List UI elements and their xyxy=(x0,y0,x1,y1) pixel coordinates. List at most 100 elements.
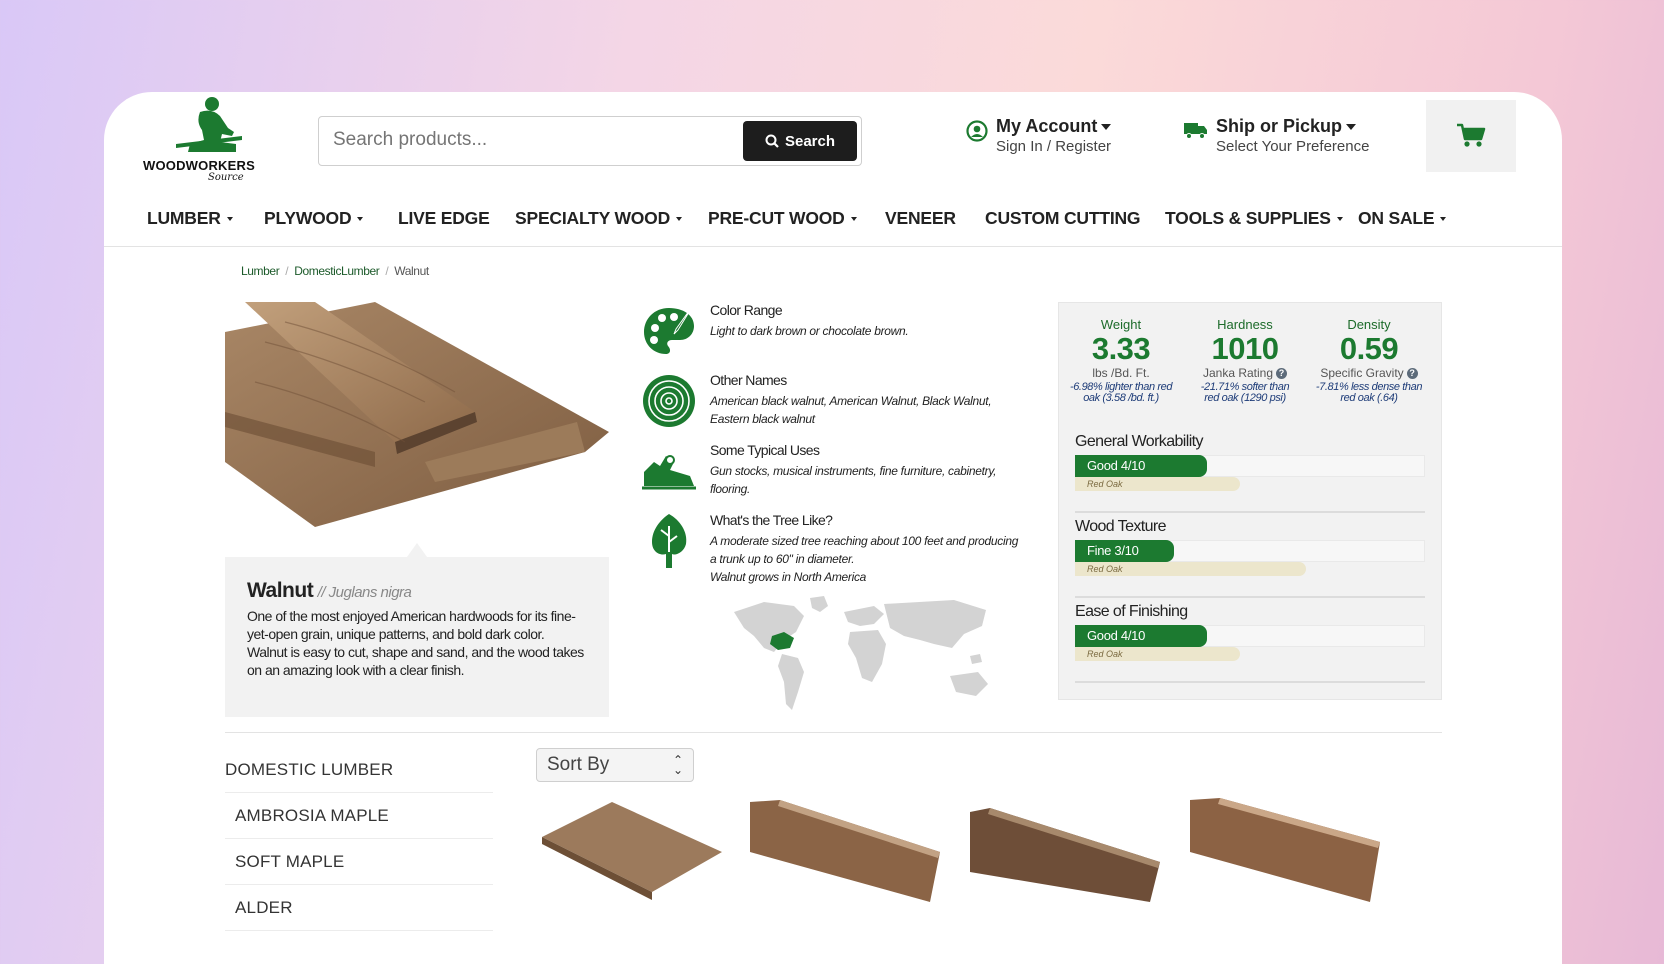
section-divider xyxy=(225,732,1442,733)
help-icon[interactable]: ? xyxy=(1406,367,1418,379)
stat-comparison: -6.98% lighter than red oak (3.58 /bd. ft… xyxy=(1059,382,1183,404)
nav-tools-supplies[interactable]: TOOLS & SUPPLIES xyxy=(1165,208,1343,229)
ship-or-pickup-menu[interactable]: Ship or Pickup Select Your Preference xyxy=(1184,116,1369,155)
stat-label: Weight xyxy=(1100,317,1142,332)
sidebar-item-alder[interactable]: ALDER xyxy=(225,885,493,931)
stat-density: Density 0.59 Specific Gravity? -7.81% le… xyxy=(1307,317,1431,404)
nav-label: VENEER xyxy=(885,208,956,228)
product-description: One of the most enjoyed American hardwoo… xyxy=(247,608,584,678)
search-icon xyxy=(765,134,779,148)
stat-label: Density xyxy=(1347,317,1391,332)
feature-title: Color Range xyxy=(710,302,783,318)
stat-unit: Specific Gravity? xyxy=(1307,366,1431,380)
breadcrumb: Lumber / DomesticLumber / Walnut xyxy=(241,264,429,278)
nav-on-sale[interactable]: ON SALE xyxy=(1358,208,1447,229)
product-thumbnail[interactable] xyxy=(1190,792,1390,902)
chevron-down-icon xyxy=(1346,123,1357,130)
nav-veneer[interactable]: VENEER xyxy=(885,208,956,229)
truck-icon xyxy=(1184,123,1207,139)
feature-other-names: Other Names American black walnut, Ameri… xyxy=(640,372,1020,436)
wood-stats-panel: Weight 3.33 lbs /Bd. Ft. -6.98% lighter … xyxy=(1058,302,1442,700)
world-map-image xyxy=(734,596,988,710)
callout-notch xyxy=(407,543,427,557)
stat-hardness: Hardness 1010 Janka Rating? -21.71% soft… xyxy=(1183,317,1307,404)
stat-unit: Janka Rating? xyxy=(1183,366,1307,380)
product-summary: Walnut // Juglans nigra One of the most … xyxy=(225,543,609,717)
hand-plane-icon xyxy=(642,455,696,490)
stat-unit-text: Janka Rating xyxy=(1202,366,1274,380)
nav-label: CUSTOM CUTTING xyxy=(985,208,1141,228)
chevron-down-icon xyxy=(1336,216,1343,221)
account-sub: Sign In / Register xyxy=(996,138,1112,155)
tree-icon xyxy=(652,514,687,568)
feature-title: What's the Tree Like? xyxy=(710,512,833,528)
feature-typical-uses: Some Typical Uses Gun stocks, musical in… xyxy=(640,442,1020,506)
feature-body: A moderate sized tree reaching about 100… xyxy=(710,532,1020,586)
site-logo[interactable]: WOODWORKERS Source xyxy=(138,92,268,192)
feature-body: American black walnut, American Walnut, … xyxy=(710,394,992,426)
nav-plywood[interactable]: PLYWOOD xyxy=(264,208,364,229)
stat-value: 0.59 xyxy=(1339,331,1399,366)
sort-select[interactable]: Sort By ⌃ ⌄ xyxy=(536,748,694,782)
product-thumbnail[interactable] xyxy=(750,792,950,902)
browser-window: WOODWORKERS Source Search My Account Sig… xyxy=(104,92,1562,964)
nav-label: SPECIALTY WOOD xyxy=(515,208,671,228)
product-name: Walnut xyxy=(247,579,314,602)
feature-body: Light to dark brown or chocolate brown. xyxy=(710,324,909,338)
feature-title: Other Names xyxy=(710,372,787,388)
sidebar-item-ambrosia-maple[interactable]: AMBROSIA MAPLE xyxy=(225,793,493,839)
help-icon[interactable]: ? xyxy=(1276,367,1288,379)
woodworker-logo-icon xyxy=(176,97,242,152)
updown-chevron-icon: ⌃ ⌄ xyxy=(672,753,683,777)
bar-general-workability: General Workability Good 4/10 Red Oak xyxy=(1075,433,1425,513)
palette-icon xyxy=(644,303,695,354)
search-button[interactable]: Search xyxy=(743,121,857,161)
stat-unit-text: lbs /Bd. Ft. xyxy=(1092,366,1150,380)
bar-title: Wood Texture xyxy=(1075,518,1167,535)
chevron-down-icon xyxy=(226,216,233,221)
cart-button[interactable] xyxy=(1426,100,1516,172)
product-image[interactable] xyxy=(225,302,609,527)
nav-label: LIVE EDGE xyxy=(398,208,490,228)
my-account-menu[interactable]: My Account Sign In / Register xyxy=(966,116,1112,155)
product-latin-name: // Juglans nigra xyxy=(317,584,412,601)
stat-comparison: -21.71% softer than red oak (1290 psi) xyxy=(1183,382,1307,404)
breadcrumb-domestic-lumber[interactable]: DomesticLumber xyxy=(294,264,380,278)
breadcrumb-lumber[interactable]: Lumber xyxy=(241,264,280,278)
shopping-cart-icon xyxy=(1457,123,1486,147)
sidebar-item-domestic-lumber[interactable]: DOMESTIC LUMBER xyxy=(225,747,493,793)
stat-weight: Weight 3.33 lbs /Bd. Ft. -6.98% lighter … xyxy=(1059,317,1183,404)
feature-title: Some Typical Uses xyxy=(710,442,820,458)
board-image xyxy=(542,802,722,900)
nav-lumber[interactable]: LUMBER xyxy=(147,208,233,229)
brand-name: WOODWORKERS xyxy=(143,158,255,173)
ship-sub: Select Your Preference xyxy=(1216,138,1370,155)
nav-label: ON SALE xyxy=(1358,208,1435,228)
nav-specialty-wood[interactable]: SPECIALTY WOOD xyxy=(515,208,683,229)
bar-track: Good 4/10 Red Oak xyxy=(1075,625,1425,683)
bar-reference: Red Oak xyxy=(1075,562,1306,576)
product-thumbnail[interactable] xyxy=(532,792,732,902)
sidebar-item-soft-maple[interactable]: SOFT MAPLE xyxy=(225,839,493,885)
nav-pre-cut-wood[interactable]: PRE-CUT WOOD xyxy=(708,208,857,229)
stat-value: 1010 xyxy=(1211,331,1279,366)
nav-live-edge[interactable]: LIVE EDGE xyxy=(398,208,490,229)
search-input[interactable] xyxy=(333,129,713,151)
nav-custom-cutting[interactable]: CUSTOM CUTTING xyxy=(985,208,1141,229)
world-map xyxy=(724,592,1004,722)
breadcrumb-current: Walnut xyxy=(394,264,429,278)
board-image xyxy=(970,808,1160,902)
breadcrumb-separator: / xyxy=(285,264,289,278)
feature-color-range: Color Range Light to dark brown or choco… xyxy=(640,302,1020,366)
bar-title: General Workability xyxy=(1075,433,1204,450)
bar-reference: Red Oak xyxy=(1075,647,1240,661)
bar-title: Ease of Finishing xyxy=(1075,603,1188,620)
bar-ease-of-finishing: Ease of Finishing Good 4/10 Red Oak xyxy=(1075,603,1425,683)
bar-reference: Red Oak xyxy=(1075,477,1240,491)
feature-body-region: Walnut grows in North America xyxy=(710,570,867,584)
product-thumbnail[interactable] xyxy=(970,792,1170,902)
category-sidebar: DOMESTIC LUMBER AMBROSIA MAPLE SOFT MAPL… xyxy=(225,747,493,931)
breadcrumb-separator: / xyxy=(385,264,389,278)
bar-fill: Good 4/10 xyxy=(1075,455,1207,477)
chevron-down-icon xyxy=(1101,123,1112,130)
